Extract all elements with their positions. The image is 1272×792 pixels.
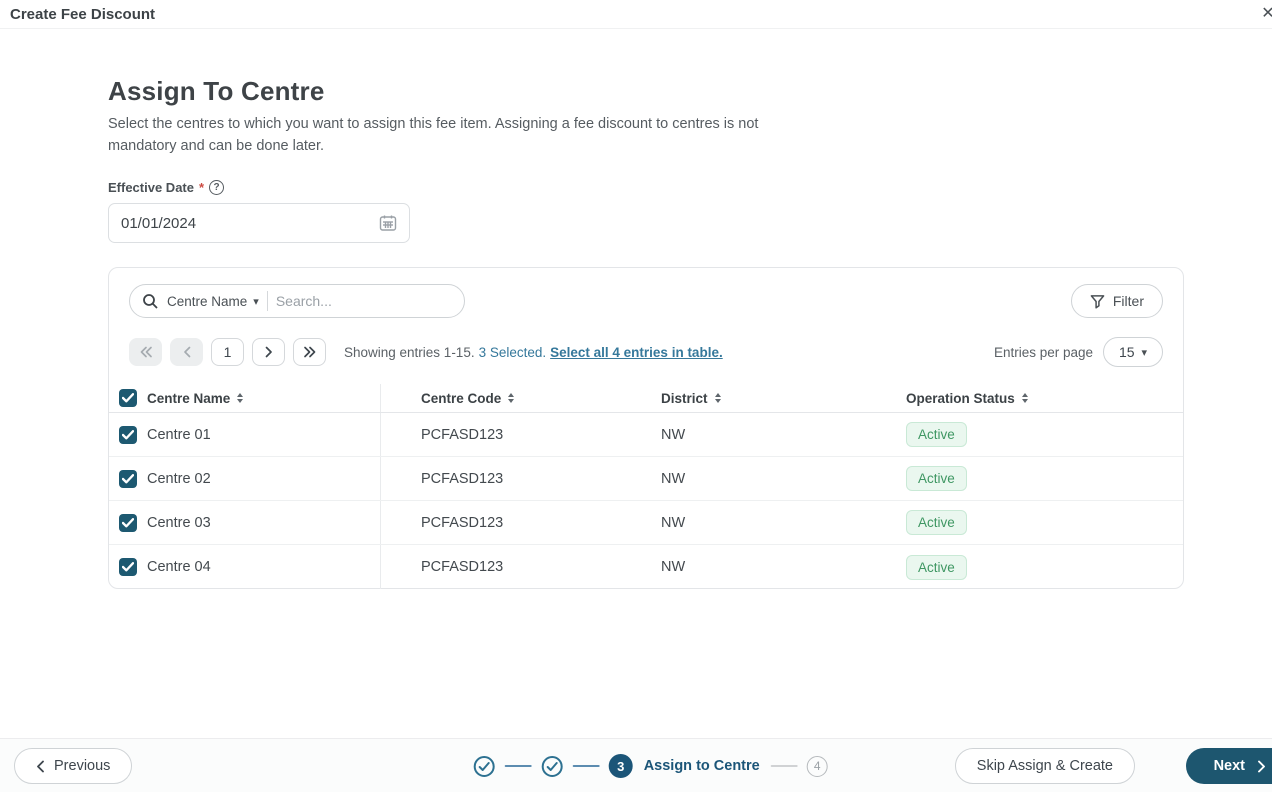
effective-date-value: 01/01/2024 (121, 214, 197, 232)
search-bar: Centre Name ▾ (129, 284, 465, 318)
cell-centre-name: Centre 04 (147, 545, 381, 589)
effective-date-label: Effective Date * ? (108, 180, 225, 195)
status-badge: Active (906, 510, 967, 535)
step-connector (504, 765, 532, 767)
skip-label: Skip Assign & Create (976, 758, 1113, 774)
wizard-stepper: 3 Assign to Centre 4 (473, 739, 828, 792)
dialog-title: Create Fee Discount (10, 6, 156, 23)
filter-label: Filter (1112, 293, 1144, 309)
table-header-row: Centre Name Centre Code District Operati… (109, 384, 1183, 413)
column-label: Centre Code (421, 390, 502, 406)
current-page-button[interactable]: 1 (211, 338, 244, 366)
step-connector (572, 765, 600, 767)
table-row: Centre 03 PCFASD123 NW Active (109, 501, 1183, 545)
status-badge: Active (906, 422, 967, 447)
cell-district: NW (661, 559, 686, 575)
sort-icon[interactable] (714, 393, 721, 403)
cell-centre-name: Centre 02 (147, 457, 381, 500)
showing-entries-text: Showing entries 1-15. (344, 344, 475, 360)
next-page-button[interactable] (252, 338, 285, 366)
entries-per-page: Entries per page 15 ▾ (994, 337, 1163, 367)
required-mark: * (198, 180, 205, 195)
help-icon[interactable]: ? (209, 180, 225, 195)
entries-per-page-value: 15 (1118, 344, 1135, 360)
column-label: Operation Status (906, 390, 1015, 406)
select-all-link[interactable]: Select all 4 entries in table. (550, 345, 723, 360)
entries-per-page-label: Entries per page (993, 344, 1093, 360)
status-badge: Active (906, 466, 967, 491)
step-3-label: Assign to Centre (643, 758, 760, 774)
cell-district: NW (661, 426, 686, 443)
first-page-button[interactable] (129, 338, 162, 366)
select-all-checkbox[interactable] (119, 389, 137, 407)
sort-icon[interactable] (508, 393, 515, 403)
pagination-bar: 1 Showing entries 1-15. 3 Selected. Sele… (129, 337, 1163, 367)
page-description: Select the centres to which you want to … (108, 116, 759, 154)
sort-icon[interactable] (237, 393, 244, 403)
column-header-district[interactable]: District (661, 384, 906, 412)
dialog-header: Create Fee Discount ✕ (0, 0, 1272, 29)
row-checkbox[interactable] (119, 425, 137, 444)
last-page-button[interactable] (293, 338, 326, 366)
cell-centre-name: Centre 03 (147, 501, 381, 544)
filter-button[interactable]: Filter (1070, 284, 1163, 318)
chevron-down-icon: ▾ (253, 295, 259, 308)
filter-icon (1090, 294, 1105, 309)
cell-centre-code: PCFASD123 (421, 470, 504, 487)
step-4-badge: 4 (806, 755, 828, 777)
skip-assign-create-button[interactable]: Skip Assign & Create (954, 748, 1135, 784)
step-connector (770, 765, 798, 767)
table-row: Centre 02 PCFASD123 NW Active (109, 457, 1183, 501)
effective-date-label-text: Effective Date (108, 180, 194, 195)
cell-centre-code: PCFASD123 (421, 426, 504, 443)
row-checkbox[interactable] (119, 469, 137, 488)
wizard-footer: Previous 3 Assign to Centre 4 Skip Assig… (0, 738, 1272, 792)
next-label: Next (1213, 758, 1245, 774)
search-category-dropdown[interactable]: Centre Name ▾ (167, 294, 259, 309)
column-header-operation-status[interactable]: Operation Status (906, 384, 1183, 412)
column-header-centre-code[interactable]: Centre Code (381, 384, 661, 412)
cell-centre-code: PCFASD123 (421, 514, 504, 531)
step-1-complete-icon (473, 755, 496, 778)
centres-table-card: Centre Name ▾ Filter (108, 267, 1184, 589)
chevron-right-icon (1258, 760, 1265, 772)
step-3-current-badge: 3 (608, 754, 633, 778)
prev-page-button[interactable] (170, 338, 203, 366)
cell-district: NW (661, 514, 686, 531)
step-2-complete-icon (541, 755, 564, 778)
previous-button[interactable]: Previous (14, 748, 133, 784)
search-category-value: Centre Name (167, 293, 248, 309)
header-checkbox-cell (109, 384, 147, 412)
current-page-number: 1 (223, 344, 232, 360)
previous-label: Previous (54, 758, 111, 774)
search-icon (142, 293, 159, 310)
close-icon[interactable]: ✕ (1257, 3, 1272, 25)
column-header-centre-name[interactable]: Centre Name (147, 384, 381, 412)
selected-count-text: 3 Selected. (478, 344, 547, 360)
sort-icon[interactable] (1021, 393, 1028, 403)
table-row: Centre 04 PCFASD123 NW Active (109, 545, 1183, 589)
create-fee-discount-dialog: Create Fee Discount ✕ Assign To Centre S… (0, 0, 1272, 792)
cell-district: NW (661, 470, 686, 487)
cell-centre-name: Centre 01 (147, 413, 381, 456)
column-label: District (661, 390, 708, 406)
effective-date-field[interactable]: 01/01/2024 (108, 203, 410, 243)
calendar-icon[interactable] (379, 214, 397, 232)
chevron-down-icon: ▾ (1141, 346, 1148, 359)
centres-table: Centre Name Centre Code District Operati… (109, 384, 1183, 589)
row-checkbox[interactable] (119, 513, 137, 532)
chevron-left-icon (37, 760, 44, 772)
page-title: Assign To Centre (108, 76, 325, 106)
entries-per-page-select[interactable]: 15 ▾ (1103, 337, 1163, 367)
status-badge: Active (906, 554, 967, 580)
row-checkbox[interactable] (119, 558, 137, 576)
search-divider (266, 291, 268, 311)
next-button[interactable]: Next (1185, 748, 1272, 784)
column-label: Centre Name (147, 390, 231, 406)
table-row: Centre 01 PCFASD123 NW Active (109, 413, 1183, 457)
search-input[interactable] (275, 293, 452, 309)
cell-centre-code: PCFASD123 (421, 559, 504, 575)
